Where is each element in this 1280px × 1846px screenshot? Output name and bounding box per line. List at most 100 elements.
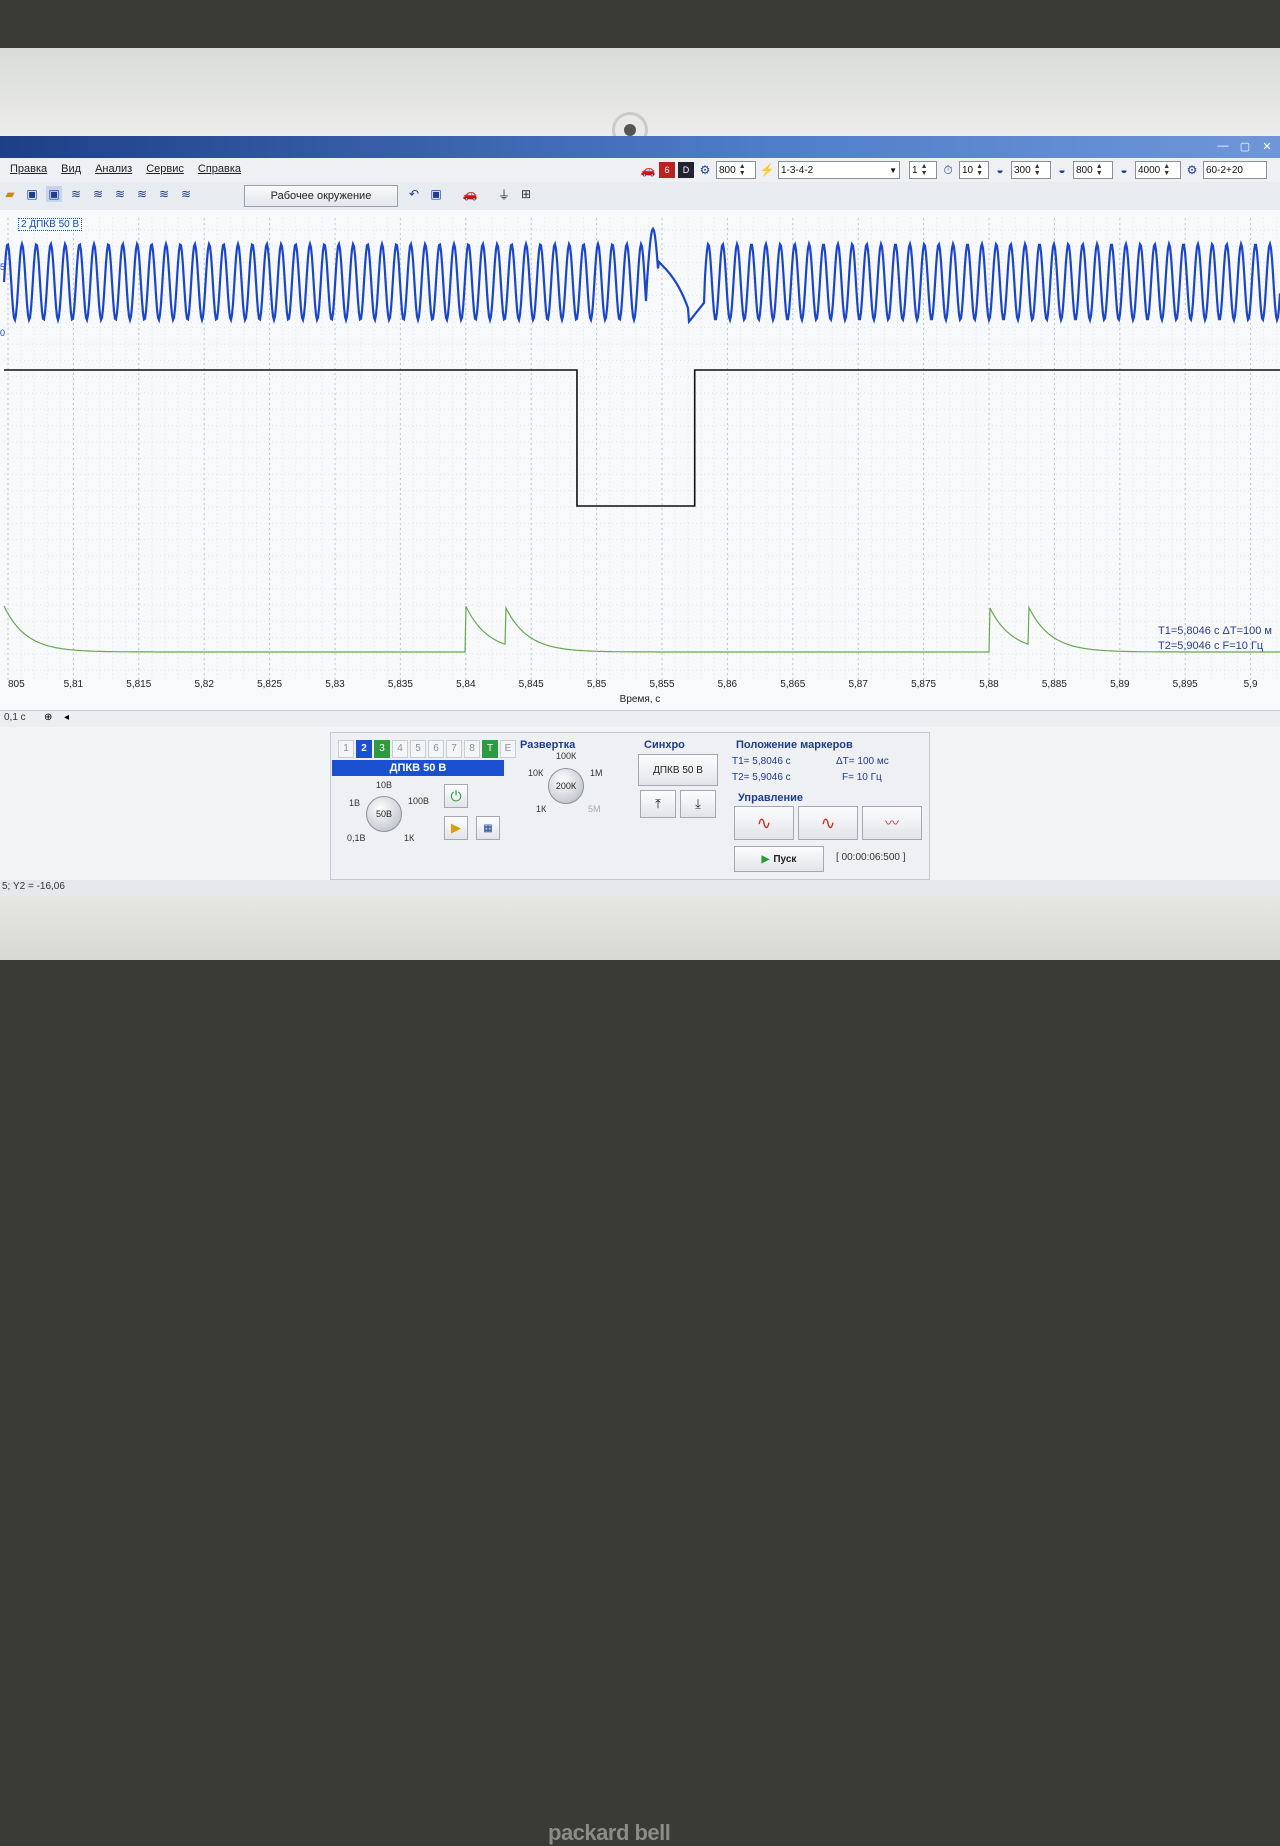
- time-tick-label: 5,82: [194, 679, 214, 690]
- time-tick-label: 5,815: [126, 679, 151, 690]
- wave-filter-icon[interactable]: ≋: [156, 186, 172, 202]
- zoom-in-icon[interactable]: ⊕: [44, 712, 52, 723]
- laptop-bezel-bottom: packard bell: [0, 896, 1280, 1845]
- save-workspace-icon[interactable]: ▣: [428, 186, 444, 202]
- rpm-stepper[interactable]: 800 ▲ ▼: [716, 161, 756, 179]
- wave-filter-icon[interactable]: ≋: [178, 186, 194, 202]
- cylinder-stepper[interactable]: 1 ▲ ▼: [909, 161, 937, 179]
- crank-preset-field[interactable]: 60-2+20: [1203, 161, 1267, 179]
- sweep-5m: 5М: [588, 804, 601, 814]
- open-folder-icon[interactable]: ▰: [2, 186, 18, 202]
- calculator-button[interactable]: ▦: [476, 816, 500, 840]
- marker-f: F= 10 Гц: [842, 772, 882, 783]
- marker-t2-readout: T2=5,9046 с F=10 Гц: [1158, 640, 1264, 652]
- value-10: 10: [962, 164, 974, 176]
- oscilloscope-window: — ▢ ✕ Правка Вид Анализ Сервис Справка 🚗…: [0, 136, 1280, 896]
- sweep-1m: 1М: [590, 768, 603, 778]
- workspace-button[interactable]: Рабочее окружение: [244, 185, 398, 207]
- menu-view[interactable]: Вид: [61, 163, 81, 175]
- minimize-icon[interactable]: —: [1216, 140, 1230, 153]
- car-icon[interactable]: 🚗: [462, 186, 478, 202]
- sync-source-button[interactable]: ДПКВ 50 В: [638, 754, 718, 786]
- menu-help[interactable]: Справка: [198, 163, 241, 175]
- undo-icon[interactable]: ↶: [406, 186, 422, 202]
- tab-channel-1[interactable]: 1: [338, 740, 354, 758]
- tab-channel-4[interactable]: 4: [392, 740, 408, 758]
- menu-service[interactable]: Сервис: [146, 163, 184, 175]
- sync-title: Синхро: [644, 739, 685, 751]
- marker-dt: ΔT= 100 мс: [836, 756, 889, 767]
- tab-channel-e[interactable]: E: [500, 740, 516, 758]
- maximize-icon[interactable]: ▢: [1238, 140, 1252, 153]
- falling-edge-button[interactable]: ⤓: [680, 790, 716, 818]
- scale-1k: 1К: [404, 833, 415, 843]
- tab-channel-t[interactable]: T: [482, 740, 498, 758]
- value-4000-stepper[interactable]: 4000 ▲ ▼: [1135, 161, 1181, 179]
- save-icon[interactable]: ▣: [24, 186, 40, 202]
- tab-channel-8[interactable]: 8: [464, 740, 480, 758]
- tab-channel-3[interactable]: 3: [374, 740, 390, 758]
- cylinder-value: 1: [912, 164, 918, 176]
- control-title: Управление: [738, 792, 804, 804]
- menu-analysis[interactable]: Анализ: [95, 163, 132, 175]
- tester-icon[interactable]: ⏚: [496, 186, 512, 202]
- single-mode-button[interactable]: ∿: [734, 806, 794, 840]
- time-tick-label: 5,895: [1173, 679, 1198, 690]
- scale-0-1v: 0,1В: [347, 833, 366, 843]
- time-tick-label: 5,86: [718, 679, 738, 690]
- scroll-left-icon[interactable]: ◂: [64, 712, 69, 723]
- time-axis-label: Время, с: [620, 694, 661, 705]
- value-800-stepper[interactable]: 800 ▲ ▼: [1073, 161, 1113, 179]
- time-tick-label: 5,83: [325, 679, 345, 690]
- gauge-icon: ◒: [1120, 163, 1128, 177]
- start-button[interactable]: ▶ Пуск: [734, 846, 824, 872]
- menu-edit[interactable]: Правка: [10, 163, 47, 175]
- grid-icon[interactable]: ⊞: [518, 186, 534, 202]
- tab-channel-6[interactable]: 6: [428, 740, 444, 758]
- cycle-mode-button[interactable]: ∿: [798, 806, 858, 840]
- channel-label[interactable]: 2 ДПКВ 50 В: [18, 218, 83, 231]
- sweep-knob[interactable]: 200К: [548, 768, 584, 804]
- active-channel-name: ДПКВ 50 В: [332, 760, 504, 776]
- horizontal-scrollbar[interactable]: 0,1 с ⊕ ◂: [0, 710, 1280, 727]
- wave-filter-icon[interactable]: ≋: [68, 186, 84, 202]
- record-mode-button[interactable]: 〰: [862, 806, 922, 840]
- wave-filter-icon[interactable]: ≋: [134, 186, 150, 202]
- time-tick-label: 5,81: [64, 679, 84, 690]
- diesel-icon[interactable]: D: [678, 162, 694, 178]
- tab-channel-2[interactable]: 2: [356, 740, 372, 758]
- tab-channel-5[interactable]: 5: [410, 740, 426, 758]
- scale-10v: 10В: [376, 780, 393, 790]
- engine-toolbar: 🚗 6 D ⚙ 800 ▲ ▼ ⚡ 1-3-4-2 ▼ 1 ▲ ▼ ⏱ 10 ▲ ▼ ◒ 30…: [640, 160, 1267, 180]
- value-800: 800: [1076, 164, 1093, 176]
- scale-1v: 1В: [349, 798, 361, 808]
- play-channel-button[interactable]: ▶: [444, 816, 468, 840]
- wave-filter-icon[interactable]: ≋: [90, 186, 106, 202]
- power-button[interactable]: ⏻: [444, 784, 468, 808]
- markers-title: Положение маркеров: [736, 739, 853, 751]
- rising-edge-button[interactable]: ⤒: [640, 790, 676, 818]
- engine-icon: ⚙: [699, 163, 711, 177]
- oscillogram-plot[interactable]: 805 5,81 5,815 5,82 5,825 5,83 5,835 5,84 5,845 5…: [0, 210, 1280, 720]
- play-icon: ▶: [761, 853, 770, 865]
- time-tick-label: 5,9: [1244, 679, 1258, 690]
- value-300-stepper[interactable]: 300 ▲ ▼: [1011, 161, 1051, 179]
- time-zoom: 0,1 с: [4, 712, 26, 723]
- wave-filter-icon[interactable]: ≋: [112, 186, 128, 202]
- time-tick-label: 5,885: [1042, 679, 1067, 690]
- voltage-knob[interactable]: 50В: [366, 796, 402, 832]
- status-bar: 5; Y2 = -16,06: [0, 880, 1280, 896]
- tab-channel-7[interactable]: 7: [446, 740, 462, 758]
- close-icon[interactable]: ✕: [1260, 140, 1274, 153]
- firing-order-value: 1-3-4-2: [781, 164, 814, 176]
- marker-t1: T1= 5,8046 с: [732, 756, 791, 767]
- cylinder-6-icon[interactable]: 6: [659, 162, 675, 178]
- sweep-100k: 100К: [556, 751, 577, 761]
- firing-order-select[interactable]: 1-3-4-2 ▼: [778, 161, 900, 179]
- time-tick-label: 5,88: [979, 679, 999, 690]
- car-icon[interactable]: 🚗: [640, 162, 656, 178]
- value-10-stepper[interactable]: 10 ▲ ▼: [959, 161, 989, 179]
- chevron-down-icon: ▼: [889, 165, 897, 175]
- left-scale-0: 0: [0, 328, 5, 338]
- save-as-icon[interactable]: ▣: [46, 186, 62, 202]
